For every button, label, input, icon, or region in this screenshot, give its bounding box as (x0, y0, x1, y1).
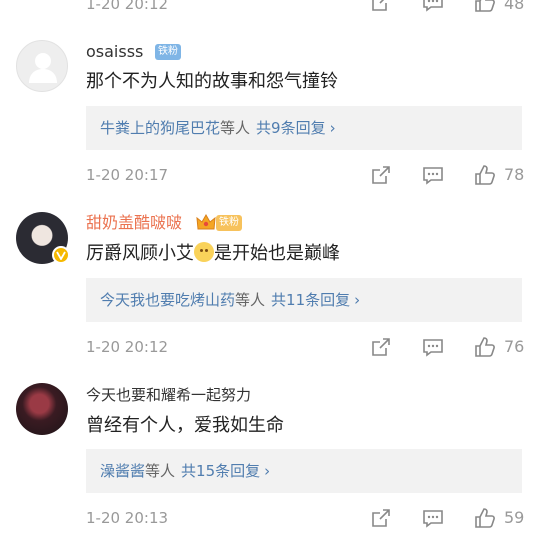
comment-text: 曾经有个人，爱我如生命 (86, 415, 284, 436)
verified-badge-icon (52, 246, 70, 264)
reply-count[interactable]: 共9条回复 (256, 119, 326, 137)
reply-suffix: 等人 (235, 291, 266, 309)
comment-time: 1-20 20:12 (86, 0, 169, 13)
chevron-right-icon: › (354, 291, 361, 309)
vip-crown-icon (196, 214, 216, 230)
share-icon[interactable] (370, 336, 392, 358)
fan-badge: 铁粉 (155, 44, 181, 60)
reply-summary[interactable]: 牛粪上的狗尾巴花等人 共9条回复 › (86, 106, 522, 150)
like-count: 76 (504, 337, 525, 356)
username[interactable]: 今天也要和耀希一起努力 (86, 385, 251, 405)
like-icon[interactable] (474, 164, 496, 186)
reply-count[interactable]: 共11条回复 (271, 291, 350, 309)
comment-time: 1-20 20:17 (86, 166, 169, 184)
like-count: 59 (504, 508, 525, 527)
share-icon[interactable] (370, 507, 392, 529)
reply-author[interactable]: 今天我也要吃烤山药 (100, 291, 235, 309)
chevron-right-icon: › (264, 462, 271, 480)
share-icon[interactable] (370, 0, 392, 13)
comment-text: 那个不为人知的故事和怨气撞铃 (86, 71, 338, 92)
comment-text-part: 厉爵风顾小艾 (86, 243, 194, 264)
share-icon[interactable] (370, 164, 392, 186)
comment-icon[interactable] (422, 336, 444, 358)
comment-time: 1-20 20:13 (86, 509, 169, 527)
comment-text-part: 是开始也是巅峰 (214, 243, 340, 264)
reply-author[interactable]: 牛粪上的狗尾巴花 (100, 119, 220, 137)
username[interactable]: 甜奶盖酷啵啵 (86, 213, 182, 233)
username[interactable]: osaisss (86, 42, 143, 62)
like-count: 78 (504, 165, 525, 184)
reply-count[interactable]: 共15条回复 (181, 462, 260, 480)
comment-icon[interactable] (422, 0, 444, 13)
reply-suffix: 等人 (145, 462, 176, 480)
like-icon[interactable] (474, 336, 496, 358)
chevron-right-icon: › (329, 119, 336, 137)
reply-summary[interactable]: 澡酱酱等人 共15条回复 › (86, 449, 522, 493)
comment-time: 1-20 20:12 (86, 338, 169, 356)
reply-summary[interactable]: 今天我也要吃烤山药等人 共11条回复 › (86, 278, 522, 322)
like-icon[interactable] (474, 507, 496, 529)
like-icon[interactable] (474, 0, 496, 13)
doge-emoji-icon (194, 242, 214, 262)
reply-author[interactable]: 澡酱酱 (100, 462, 145, 480)
comment-icon[interactable] (422, 164, 444, 186)
reply-suffix: 等人 (220, 119, 251, 137)
fan-badge: 铁粉 (216, 215, 242, 231)
like-count: 48 (504, 0, 525, 13)
comment-text: 厉爵风顾小艾 是开始也是巅峰 (86, 242, 340, 266)
avatar[interactable] (16, 40, 68, 92)
avatar[interactable] (16, 383, 68, 435)
comment-icon[interactable] (422, 507, 444, 529)
